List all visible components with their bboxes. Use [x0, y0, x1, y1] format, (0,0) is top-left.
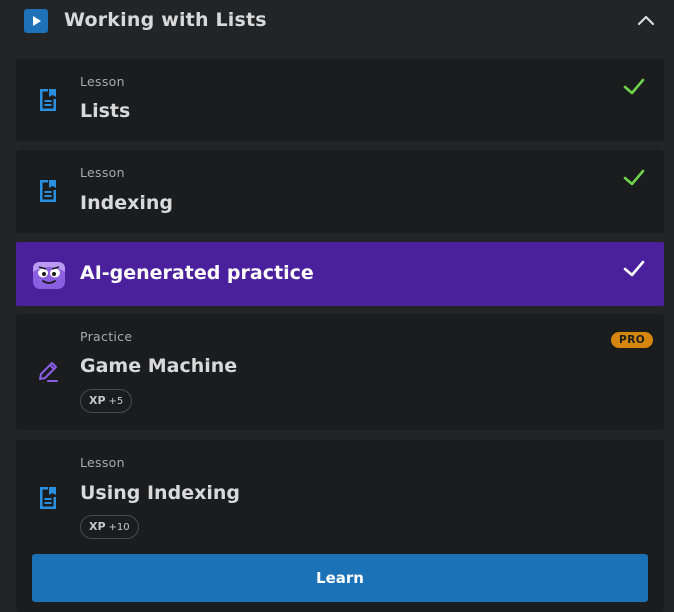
item-name: AI-generated practice — [80, 262, 314, 284]
xp-badge: XP +10 — [80, 515, 139, 539]
document-icon — [36, 177, 60, 205]
check-icon — [622, 77, 646, 97]
item-kind: Lesson — [80, 165, 125, 180]
lesson-card-indexing[interactable]: Lesson Indexing — [16, 150, 664, 233]
play-icon — [24, 9, 48, 33]
item-kind: Practice — [80, 329, 133, 344]
xp-value: +5 — [108, 396, 124, 407]
ai-practice-card[interactable]: AI-generated practice — [16, 242, 664, 306]
check-icon — [622, 168, 646, 188]
item-name: Game Machine — [80, 355, 238, 377]
xp-label: XP — [89, 520, 106, 533]
item-kind: Lesson — [80, 455, 125, 470]
item-name: Lists — [80, 100, 131, 122]
item-name: Indexing — [80, 192, 173, 214]
pencil-icon — [36, 358, 60, 386]
item-kind: Lesson — [80, 74, 125, 89]
pro-badge: PRO — [611, 332, 654, 348]
section-header[interactable]: Working with Lists — [0, 0, 674, 42]
lesson-card-using-indexing[interactable]: Lesson Using Indexing XP +10 Learn — [16, 440, 664, 612]
robot-mascot-icon — [32, 260, 66, 290]
section-title: Working with Lists — [64, 9, 267, 31]
practice-card-game-machine[interactable]: Practice Game Machine PRO XP +5 — [16, 314, 664, 430]
xp-value: +10 — [108, 522, 130, 533]
document-icon — [36, 484, 60, 512]
chevron-up-icon[interactable] — [634, 10, 658, 30]
xp-badge: XP +5 — [80, 389, 133, 413]
lesson-card-lists[interactable]: Lesson Lists — [16, 59, 664, 141]
xp-label: XP — [89, 394, 106, 407]
check-icon — [622, 259, 646, 279]
learn-button[interactable]: Learn — [32, 554, 648, 602]
item-name: Using Indexing — [80, 482, 240, 504]
document-icon — [36, 86, 60, 114]
